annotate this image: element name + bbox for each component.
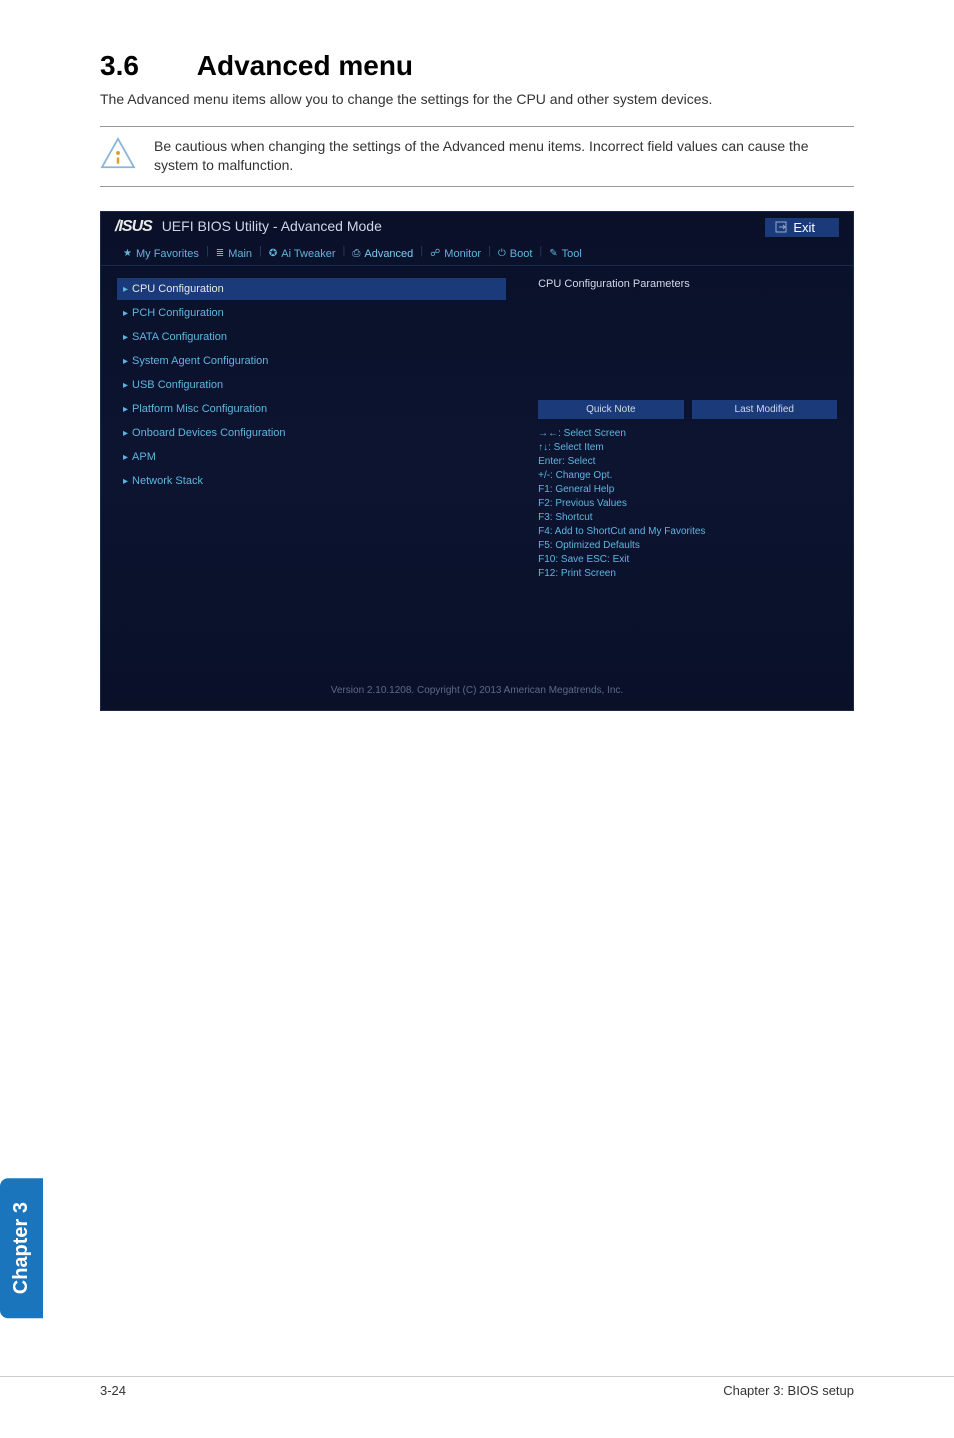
bios-screenshot: /ISUS UEFI BIOS Utility - Advanced Mode …	[100, 211, 854, 711]
tab-advanced[interactable]: ⎙Advanced	[348, 245, 417, 263]
exit-icon	[775, 221, 787, 233]
star-icon: ★	[123, 248, 132, 259]
tab-tool[interactable]: ✎Tool	[545, 245, 586, 263]
caution-box: Be cautious when changing the settings o…	[100, 126, 854, 187]
cfg-item-apm[interactable]: ▸APM	[117, 446, 506, 468]
help-line: +/-: Change Opt.	[538, 469, 837, 483]
help-line: F1: General Help	[538, 483, 837, 497]
help-line: F2: Previous Values	[538, 497, 837, 511]
brand-logo: /ISUS	[115, 218, 152, 235]
page-number: 3-24	[100, 1383, 126, 1398]
monitor-icon: ☍	[430, 248, 440, 259]
caution-text: Be cautious when changing the settings o…	[154, 137, 854, 176]
intro-paragraph: The Advanced menu items allow you to cha…	[100, 90, 854, 110]
help-line: F10: Save ESC: Exit	[538, 553, 837, 567]
tab-boot[interactable]: ⏻Boot	[494, 245, 537, 263]
help-line: →←: Select Screen	[538, 427, 837, 441]
cfg-item-cpu[interactable]: ▸CPU Configuration	[117, 278, 506, 300]
chapter-side-tab: Chapter 3	[0, 1178, 43, 1318]
advanced-icon: ⎙	[352, 248, 360, 259]
help-list: →←: Select Screen ↑↓: Select Item Enter:…	[538, 427, 837, 581]
section-title-text: Advanced menu	[197, 50, 413, 81]
cfg-item-agent[interactable]: ▸System Agent Configuration	[117, 350, 506, 372]
warning-icon	[100, 137, 136, 169]
bios-title: UEFI BIOS Utility - Advanced Mode	[162, 218, 382, 234]
tab-tweaker[interactable]: ✪Ai Tweaker	[265, 245, 340, 263]
cfg-item-onboard[interactable]: ▸Onboard Devices Configuration	[117, 422, 506, 444]
help-line: Enter: Select	[538, 455, 837, 469]
section-heading: 3.6 Advanced menu	[100, 50, 854, 82]
exit-label: Exit	[793, 220, 815, 235]
cfg-item-sata[interactable]: ▸SATA Configuration	[117, 326, 506, 348]
cfg-item-platform[interactable]: ▸Platform Misc Configuration	[117, 398, 506, 420]
tab-favorites[interactable]: ★My Favorites	[119, 245, 203, 263]
help-line: F3: Shortcut	[538, 511, 837, 525]
tab-monitor[interactable]: ☍Monitor	[426, 245, 485, 263]
help-line: F5: Optimized Defaults	[538, 539, 837, 553]
page-footer-right: Chapter 3: BIOS setup	[723, 1383, 854, 1398]
cfg-item-pch[interactable]: ▸PCH Configuration	[117, 302, 506, 324]
cfg-item-usb[interactable]: ▸USB Configuration	[117, 374, 506, 396]
tool-icon: ✎	[549, 248, 557, 259]
power-icon: ⏻	[498, 248, 506, 259]
bios-footer: Version 2.10.1208. Copyright (C) 2013 Am…	[101, 679, 853, 702]
section-number: 3.6	[100, 50, 190, 82]
cfg-item-network[interactable]: ▸Network Stack	[117, 470, 506, 492]
main-tab-bar: ★My Favorites | ≣Main | ✪Ai Tweaker | ⎙A…	[101, 243, 853, 266]
right-panel-header: CPU Configuration Parameters	[538, 278, 837, 290]
quick-note-button[interactable]: Quick Note	[538, 400, 683, 419]
chip-icon: ✪	[269, 248, 277, 259]
tab-main[interactable]: ≣Main	[212, 245, 256, 263]
list-icon: ≣	[216, 248, 224, 259]
last-modified-button[interactable]: Last Modified	[692, 400, 837, 419]
help-line: F12: Print Screen	[538, 567, 837, 581]
help-line: ↑↓: Select Item	[538, 441, 837, 455]
help-line: F4: Add to ShortCut and My Favorites	[538, 525, 837, 539]
exit-button[interactable]: Exit	[765, 218, 839, 237]
config-list: ▸CPU Configuration ▸PCH Configuration ▸S…	[101, 266, 522, 666]
